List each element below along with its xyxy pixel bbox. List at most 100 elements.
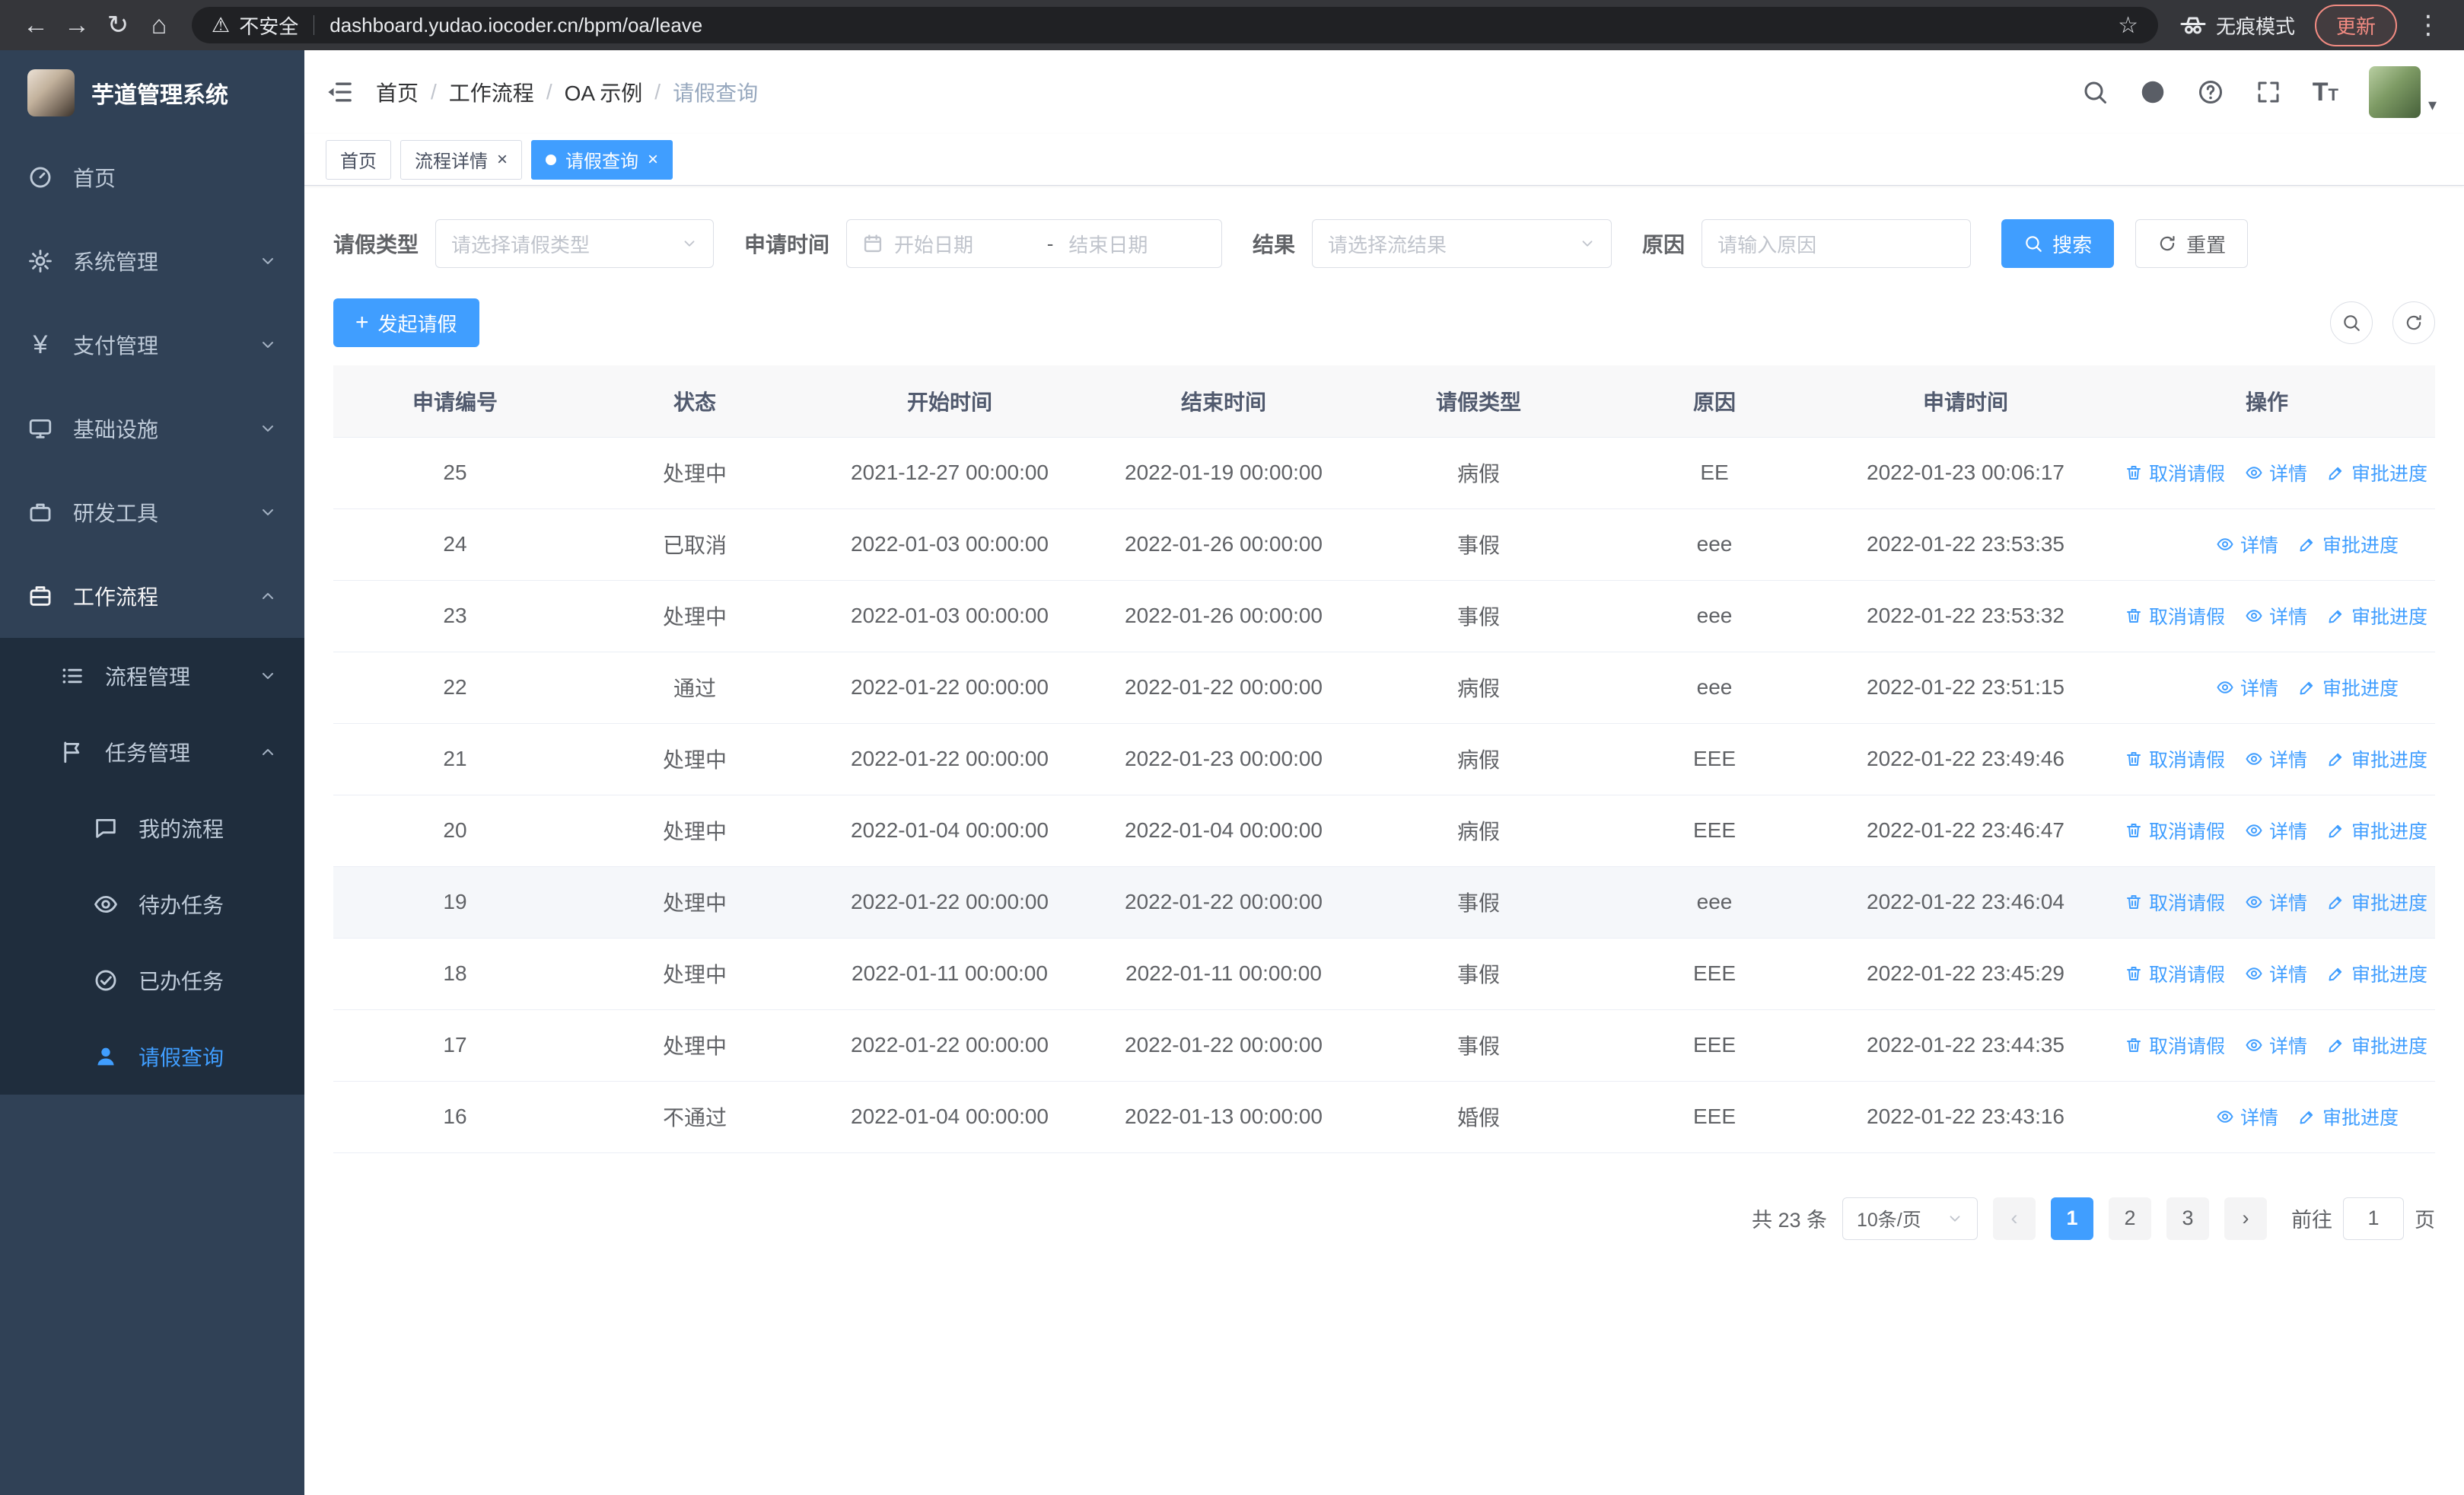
table-row[interactable]: 16 不通过 2022-01-04 00:00:00 2022-01-13 00… bbox=[333, 1081, 2435, 1153]
action-cancel[interactable]: 取消请假 bbox=[2125, 745, 2225, 773]
action-cancel[interactable]: 取消请假 bbox=[2125, 960, 2225, 987]
action-detail[interactable]: 详情 bbox=[2245, 459, 2307, 486]
start-date-placeholder[interactable]: 开始日期 bbox=[894, 230, 1032, 258]
sidebar-item-task-management[interactable]: 任务管理 bbox=[0, 714, 304, 790]
action-progress[interactable]: 审批进度 bbox=[2298, 531, 2399, 558]
page-button-3[interactable]: 3 bbox=[2166, 1197, 2209, 1240]
action-cancel[interactable]: 取消请假 bbox=[2125, 1031, 2225, 1059]
action-progress[interactable]: 审批进度 bbox=[2327, 817, 2427, 844]
action-cancel[interactable]: 取消请假 bbox=[2125, 888, 2225, 916]
sidebar-item-workflow[interactable]: 工作流程 bbox=[0, 554, 304, 638]
sidebar-item-done-tasks[interactable]: 已办任务 bbox=[0, 942, 304, 1018]
leave-type-select[interactable]: 请选择请假类型 bbox=[435, 219, 715, 268]
user-menu[interactable]: ▾ bbox=[2368, 66, 2437, 118]
sidebar-item-process-management[interactable]: 流程管理 bbox=[0, 638, 304, 714]
leave-table: 申请编号 状态 开始时间 结束时间 请假类型 原因 申请时间 操作 25 处理中… bbox=[333, 365, 2435, 1153]
cell-id: 21 bbox=[333, 723, 577, 795]
table-row[interactable]: 21 处理中 2022-01-22 00:00:00 2022-01-23 00… bbox=[333, 723, 2435, 795]
create-leave-button[interactable]: + 发起请假 bbox=[333, 298, 479, 347]
sidebar-item-system[interactable]: 系统管理 bbox=[0, 219, 304, 303]
sidebar-item-leave-query[interactable]: 请假查询 bbox=[0, 1018, 304, 1095]
toggle-search-button[interactable] bbox=[2330, 301, 2373, 344]
search-button[interactable]: 搜索 bbox=[2001, 219, 2115, 268]
page-size-select[interactable]: 10条/页 bbox=[1842, 1197, 1978, 1240]
pagination-total: 共 23 条 bbox=[1751, 1209, 1827, 1232]
action-cancel[interactable]: 取消请假 bbox=[2125, 459, 2225, 486]
action-detail[interactable]: 详情 bbox=[2245, 960, 2307, 987]
sidebar-item-todo-tasks[interactable]: 待办任务 bbox=[0, 866, 304, 942]
reason-input[interactable]: 请输入原因 bbox=[1702, 219, 1972, 268]
breadcrumb-item[interactable]: OA 示例 bbox=[565, 77, 643, 107]
action-cancel[interactable]: 取消请假 bbox=[2125, 817, 2225, 844]
next-page-button[interactable]: › bbox=[2224, 1197, 2267, 1240]
fullscreen-icon[interactable] bbox=[2255, 78, 2282, 106]
cell-reason: EEE bbox=[1597, 723, 1832, 795]
table-row[interactable]: 18 处理中 2022-01-11 00:00:00 2022-01-11 00… bbox=[333, 938, 2435, 1010]
breadcrumb-item[interactable]: 首页 bbox=[376, 77, 419, 107]
forward-icon[interactable]: → bbox=[56, 5, 97, 46]
end-date-placeholder[interactable]: 结束日期 bbox=[1068, 230, 1206, 258]
logo[interactable]: 芋道管理系统 bbox=[0, 50, 304, 135]
action-cancel[interactable]: 取消请假 bbox=[2125, 602, 2225, 630]
action-progress[interactable]: 审批进度 bbox=[2298, 674, 2399, 701]
page-button-1[interactable]: 1 bbox=[2051, 1197, 2093, 1240]
action-progress[interactable]: 审批进度 bbox=[2298, 1103, 2399, 1130]
tab-home[interactable]: 首页 bbox=[326, 139, 391, 180]
action-detail[interactable]: 详情 bbox=[2216, 1103, 2278, 1130]
home-icon[interactable]: ⌂ bbox=[138, 5, 180, 46]
action-detail[interactable]: 详情 bbox=[2245, 602, 2307, 630]
sidebar-item-my-process[interactable]: 我的流程 bbox=[0, 790, 304, 866]
tab-process-detail[interactable]: 流程详情 × bbox=[400, 139, 523, 180]
action-detail[interactable]: 详情 bbox=[2245, 745, 2307, 773]
table-row[interactable]: 22 通过 2022-01-22 00:00:00 2022-01-22 00:… bbox=[333, 652, 2435, 724]
close-icon[interactable]: × bbox=[648, 150, 658, 169]
avatar[interactable] bbox=[2368, 66, 2421, 118]
breadcrumb-item[interactable]: 工作流程 bbox=[449, 77, 534, 107]
collapse-sidebar-icon[interactable] bbox=[324, 77, 355, 107]
font-size-icon[interactable]: TT bbox=[2313, 78, 2338, 107]
table-row[interactable]: 17 处理中 2022-01-22 00:00:00 2022-01-22 00… bbox=[333, 1009, 2435, 1082]
date-range-picker[interactable]: 开始日期 - 结束日期 bbox=[846, 219, 1223, 268]
sidebar-item-payment[interactable]: ¥ 支付管理 bbox=[0, 303, 304, 387]
action-progress[interactable]: 审批进度 bbox=[2327, 459, 2427, 486]
address-bar[interactable]: ⚠ 不安全 dashboard.yudao.iocoder.cn/bpm/oa/… bbox=[192, 7, 2158, 43]
bookmark-star-icon[interactable]: ☆ bbox=[2118, 12, 2138, 39]
reset-button[interactable]: 重置 bbox=[2135, 219, 2249, 268]
action-progress[interactable]: 审批进度 bbox=[2327, 1031, 2427, 1059]
table-row[interactable]: 23 处理中 2022-01-03 00:00:00 2022-01-26 00… bbox=[333, 580, 2435, 652]
page-button-2[interactable]: 2 bbox=[2109, 1197, 2151, 1240]
action-detail[interactable]: 详情 bbox=[2216, 531, 2278, 558]
action-detail[interactable]: 详情 bbox=[2245, 888, 2307, 916]
action-detail[interactable]: 详情 bbox=[2216, 674, 2278, 701]
action-detail[interactable]: 详情 bbox=[2245, 1031, 2307, 1059]
table-row[interactable]: 20 处理中 2022-01-04 00:00:00 2022-01-04 00… bbox=[333, 795, 2435, 867]
table-row[interactable]: 25 处理中 2021-12-27 00:00:00 2022-01-19 00… bbox=[333, 437, 2435, 509]
result-select[interactable]: 请选择流结果 bbox=[1312, 219, 1612, 268]
prev-page-button[interactable]: ‹ bbox=[1993, 1197, 2036, 1240]
url-text[interactable]: dashboard.yudao.iocoder.cn/bpm/oa/leave bbox=[329, 14, 702, 37]
reload-icon[interactable]: ↻ bbox=[97, 5, 138, 46]
sidebar-item-home[interactable]: 首页 bbox=[0, 135, 304, 219]
action-progress[interactable]: 审批进度 bbox=[2327, 960, 2427, 987]
back-icon[interactable]: ← bbox=[15, 5, 56, 46]
sidebar-item-devtools[interactable]: 研发工具 bbox=[0, 470, 304, 554]
refresh-button[interactable] bbox=[2392, 301, 2435, 344]
update-button[interactable]: 更新 bbox=[2314, 4, 2397, 46]
cell-reason: eee bbox=[1597, 508, 1832, 581]
cell-id: 25 bbox=[333, 437, 577, 509]
security-warning-label[interactable]: 不安全 bbox=[239, 11, 298, 40]
action-progress[interactable]: 审批进度 bbox=[2327, 888, 2427, 916]
action-progress[interactable]: 审批进度 bbox=[2327, 602, 2427, 630]
github-icon[interactable] bbox=[2139, 78, 2166, 106]
tab-leave-query[interactable]: 请假查询 × bbox=[531, 139, 673, 180]
close-icon[interactable]: × bbox=[497, 150, 508, 169]
action-progress[interactable]: 审批进度 bbox=[2327, 745, 2427, 773]
help-icon[interactable] bbox=[2197, 78, 2224, 106]
action-detail[interactable]: 详情 bbox=[2245, 817, 2307, 844]
search-icon[interactable] bbox=[2081, 78, 2109, 106]
goto-page-input[interactable]: 1 bbox=[2343, 1197, 2404, 1240]
browser-menu-icon[interactable]: ⋮ bbox=[2408, 5, 2449, 46]
table-row[interactable]: 24 已取消 2022-01-03 00:00:00 2022-01-26 00… bbox=[333, 508, 2435, 581]
sidebar-item-infrastructure[interactable]: 基础设施 bbox=[0, 387, 304, 470]
table-row[interactable]: 19 处理中 2022-01-22 00:00:00 2022-01-22 00… bbox=[333, 866, 2435, 939]
